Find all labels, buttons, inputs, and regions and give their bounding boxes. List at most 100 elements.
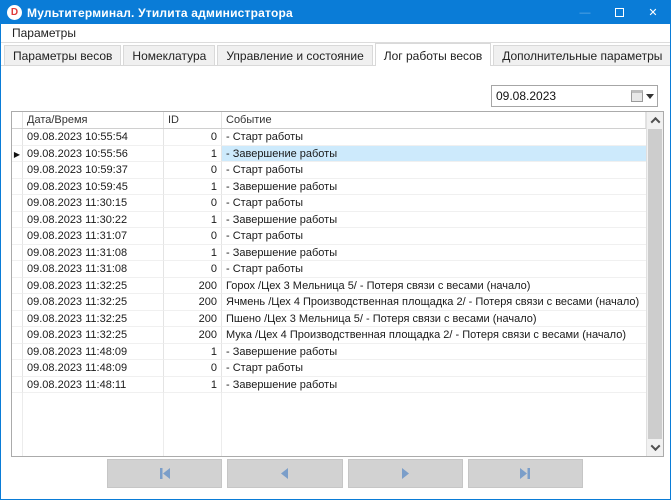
cell-datetime: 09.08.2023 11:48:09	[23, 344, 164, 361]
vertical-scrollbar[interactable]	[646, 112, 663, 456]
cell-id: 0	[164, 360, 222, 377]
cell-datetime: 09.08.2023 10:55:54	[23, 129, 164, 146]
date-filter-value: 09.08.2023	[492, 89, 631, 103]
log-table-inner: Дата/Время ID Событие 09.08.2023 10:55:5…	[12, 112, 646, 456]
cell-datetime: 09.08.2023 11:48:09	[23, 360, 164, 377]
table-row[interactable]: 09.08.2023 10:59:45 1 - Завершение работ…	[12, 179, 646, 196]
header-id[interactable]: ID	[164, 112, 222, 128]
table-row[interactable]: 09.08.2023 10:59:37 0 - Старт работы	[12, 162, 646, 179]
cell-event: Пшено /Цех 3 Мельница 5/ - Потеря связи …	[222, 311, 646, 328]
tab-управление-и-состояние[interactable]: Управление и состояние	[217, 45, 372, 65]
cell-event: - Старт работы	[222, 261, 646, 278]
table-row[interactable]: ▶ 09.08.2023 10:55:56 1 - Завершение раб…	[12, 146, 646, 163]
row-indicator	[12, 344, 23, 361]
row-indicator	[12, 212, 23, 229]
tab-параметры-весов[interactable]: Параметры весов	[4, 45, 121, 65]
row-indicator	[12, 294, 23, 311]
cell-id: 0	[164, 195, 222, 212]
cell-datetime: 09.08.2023 11:32:25	[23, 294, 164, 311]
table-row[interactable]: 09.08.2023 11:48:11 1 - Завершение работ…	[12, 377, 646, 394]
cell-id: 0	[164, 129, 222, 146]
scrollbar-thumb[interactable]	[648, 129, 662, 439]
row-indicator	[12, 179, 23, 196]
tab-лог-работы-весов[interactable]: Лог работы весов	[375, 43, 491, 66]
last-record-button[interactable]	[468, 459, 583, 488]
table-row[interactable]: 09.08.2023 11:32:25 200 Мука /Цех 4 Прои…	[12, 327, 646, 344]
minimize-button[interactable]: —	[568, 1, 602, 24]
table-row[interactable]: 09.08.2023 11:30:22 1 - Завершение работ…	[12, 212, 646, 229]
titlebar: D Мультитерминал. Утилита администратора…	[1, 1, 670, 24]
cell-id: 1	[164, 245, 222, 262]
window-controls: — ✕	[568, 1, 670, 24]
cell-datetime: 09.08.2023 10:59:37	[23, 162, 164, 179]
scroll-down-button[interactable]	[647, 439, 663, 456]
row-indicator	[12, 245, 23, 262]
cell-event: - Старт работы	[222, 162, 646, 179]
cell-event: Горох /Цех 3 Мельница 5/ - Потеря связи …	[222, 278, 646, 295]
row-indicator	[12, 311, 23, 328]
record-navigator	[107, 459, 583, 488]
calendar-icon	[631, 90, 643, 102]
grid-body: 09.08.2023 10:55:54 0 - Старт работы ▶ 0…	[12, 129, 646, 393]
table-row[interactable]: 09.08.2023 10:55:54 0 - Старт работы	[12, 129, 646, 146]
cell-id: 1	[164, 146, 222, 163]
maximize-icon	[615, 8, 624, 17]
close-button[interactable]: ✕	[636, 1, 670, 24]
row-indicator	[12, 195, 23, 212]
table-row[interactable]: 09.08.2023 11:30:15 0 - Старт работы	[12, 195, 646, 212]
prev-page-icon	[280, 468, 290, 479]
maximize-button[interactable]	[602, 1, 636, 24]
cell-datetime: 09.08.2023 11:32:25	[23, 311, 164, 328]
table-row[interactable]: 09.08.2023 11:31:08 1 - Завершение работ…	[12, 245, 646, 262]
menu-item-parametry[interactable]: Параметры	[8, 24, 80, 42]
header-event[interactable]: Событие	[222, 112, 646, 128]
cell-event: - Завершение работы	[222, 179, 646, 196]
prev-record-button[interactable]	[227, 459, 342, 488]
next-page-icon	[400, 468, 410, 479]
table-row[interactable]: 09.08.2023 11:31:08 0 - Старт работы	[12, 261, 646, 278]
tab-bar: Параметры весов Номеклатура Управление и…	[1, 43, 670, 66]
cell-id: 200	[164, 294, 222, 311]
cell-event: - Старт работы	[222, 228, 646, 245]
chevron-down-icon	[650, 441, 660, 451]
cell-event: - Завершение работы	[222, 212, 646, 229]
next-record-button[interactable]	[348, 459, 463, 488]
calendar-dropdown-button[interactable]	[631, 90, 657, 102]
row-indicator	[12, 327, 23, 344]
cell-id: 1	[164, 344, 222, 361]
app-logo-letter: D	[11, 8, 18, 18]
tab-дополнительные-параметры[interactable]: Дополнительные параметры	[493, 45, 671, 65]
table-row[interactable]: 09.08.2023 11:48:09 1 - Завершение работ…	[12, 344, 646, 361]
cell-id: 0	[164, 261, 222, 278]
header-datetime[interactable]: Дата/Время	[23, 112, 164, 128]
chevron-down-icon	[646, 94, 654, 99]
cell-id: 200	[164, 327, 222, 344]
row-indicator	[12, 228, 23, 245]
row-indicator	[12, 360, 23, 377]
cell-event: - Завершение работы	[222, 344, 646, 361]
cell-event: - Старт работы	[222, 129, 646, 146]
menu-bar: Параметры	[1, 24, 670, 43]
date-filter-input[interactable]: 09.08.2023	[491, 85, 658, 107]
table-row[interactable]: 09.08.2023 11:32:25 200 Ячмень /Цех 4 Пр…	[12, 294, 646, 311]
row-indicator	[12, 129, 23, 146]
table-row[interactable]: 09.08.2023 11:31:07 0 - Старт работы	[12, 228, 646, 245]
cell-datetime: 09.08.2023 11:31:08	[23, 261, 164, 278]
scroll-up-button[interactable]	[647, 112, 663, 129]
cell-datetime: 09.08.2023 11:32:25	[23, 327, 164, 344]
cell-event: - Старт работы	[222, 195, 646, 212]
first-page-icon	[158, 468, 172, 479]
table-row[interactable]: 09.08.2023 11:48:09 0 - Старт работы	[12, 360, 646, 377]
row-indicator	[12, 162, 23, 179]
app-window: D Мультитерминал. Утилита администратора…	[0, 0, 671, 500]
tab-номеклатура[interactable]: Номеклатура	[123, 45, 215, 65]
window-title: Мультитерминал. Утилита администратора	[27, 6, 293, 20]
row-indicator	[12, 377, 23, 394]
cell-datetime: 09.08.2023 10:59:45	[23, 179, 164, 196]
first-record-button[interactable]	[107, 459, 222, 488]
cell-id: 200	[164, 311, 222, 328]
table-row[interactable]: 09.08.2023 11:32:25 200 Пшено /Цех 3 Мел…	[12, 311, 646, 328]
app-logo-icon: D	[7, 5, 22, 20]
cell-datetime: 09.08.2023 11:48:11	[23, 377, 164, 394]
table-row[interactable]: 09.08.2023 11:32:25 200 Горох /Цех 3 Мел…	[12, 278, 646, 295]
